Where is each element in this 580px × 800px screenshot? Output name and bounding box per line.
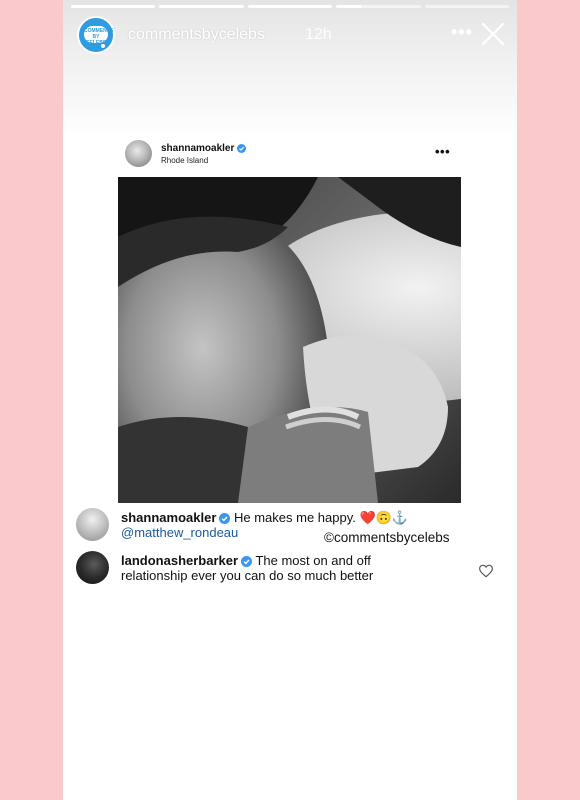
close-icon[interactable]	[481, 22, 505, 46]
like-heart-icon[interactable]	[478, 564, 494, 578]
commenter-username[interactable]: shannamoakler	[121, 510, 216, 525]
story-viewer: COMMENTS BY CELEBS commentsbycelebs 12h …	[63, 0, 517, 800]
account-avatar[interactable]: COMMENTS BY CELEBS	[77, 16, 115, 54]
commenter-avatar[interactable]	[76, 551, 109, 584]
commenter-username[interactable]: landonasherbarker	[121, 553, 238, 568]
progress-segment	[424, 5, 510, 8]
story-timestamp: 12h	[305, 26, 332, 43]
comment-text: shannamoakler He makes me happy. ❤️🙃⚓	[121, 510, 408, 526]
comment-text: landonasherbarker The most on and off	[121, 553, 371, 568]
comment-body-continued: relationship ever you can do so much bet…	[121, 568, 374, 583]
speech-bubble-icon: COMMENTS BY CELEBS	[84, 26, 113, 46]
commenter-avatar[interactable]	[76, 508, 109, 541]
watermark: ©commentsbycelebs	[324, 530, 450, 545]
story-header: COMMENTS BY CELEBS commentsbycelebs 12h …	[77, 16, 505, 54]
verified-badge-icon	[219, 513, 231, 525]
post-location[interactable]: Rhode Island	[161, 156, 208, 165]
post-more-icon[interactable]: •••	[435, 144, 450, 159]
progress-segment	[71, 5, 156, 8]
story-progress-bar	[71, 5, 510, 8]
comment-body: The most on and off	[255, 553, 371, 568]
verified-badge-icon	[241, 556, 253, 568]
comment-body: He makes me happy. ❤️🙃⚓	[234, 510, 409, 525]
comment-item: landonasherbarker The most on and off re…	[76, 551, 496, 591]
progress-segment	[247, 5, 333, 8]
story-username[interactable]: commentsbycelebs	[128, 26, 265, 44]
mention-link[interactable]: @matthew_rondeau	[121, 525, 238, 540]
progress-segment-current	[336, 5, 421, 8]
progress-segment	[159, 5, 244, 8]
photo-illustration	[118, 177, 461, 503]
verified-badge-icon	[237, 143, 247, 153]
post-author-avatar[interactable]	[125, 140, 152, 167]
post-header: shannamoakler Rhode Island •••	[121, 140, 461, 170]
post-author-username[interactable]: shannamoakler	[161, 143, 247, 154]
post-photo[interactable]	[118, 177, 461, 503]
more-options-icon[interactable]: •••	[451, 22, 473, 43]
bubble-dot	[101, 44, 105, 48]
